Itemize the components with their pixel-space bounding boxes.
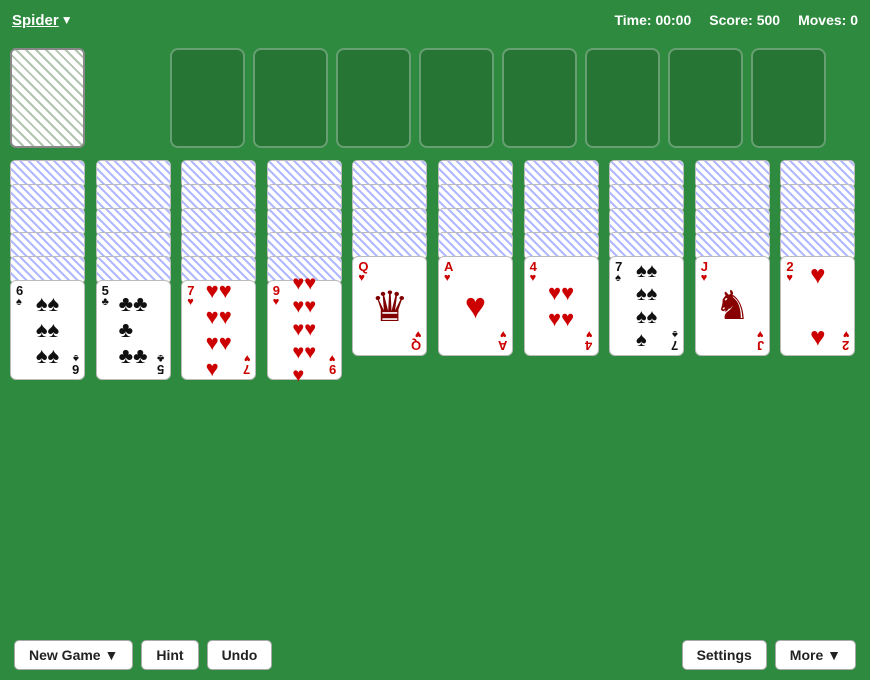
card-face-7s[interactable]: 7 ♠ ♠♠♠♠♠♠♠ 7 ♠ — [609, 256, 684, 356]
footer-left: New Game ▼ Hint Undo — [14, 640, 272, 670]
complete-slot-4 — [419, 48, 494, 148]
undo-button[interactable]: Undo — [207, 640, 273, 670]
card-face-9h[interactable]: 9 ♥ ♥♥♥♥♥♥♥♥♥ 9 ♥ — [267, 280, 342, 380]
game-title[interactable]: Spider — [12, 12, 59, 29]
card-face-6s[interactable]: 6 ♠ ♠♠♠♠♠♠ 6 ♠ — [10, 280, 85, 380]
header: Spider ▼ Time: 00:00 Score: 500 Moves: 0 — [0, 0, 870, 40]
card-face-5c[interactable]: 5 ♣ ♣♣♣♣♣ 5 ♣ — [96, 280, 171, 380]
column-2[interactable]: 7 ♥ ♥♥♥♥♥♥♥ 7 ♥ — [181, 160, 261, 620]
title-arrow-icon: ▼ — [61, 13, 73, 27]
card-face-jh[interactable]: J ♥ ♞ J ♥ — [695, 256, 770, 356]
footer-right: Settings More ▼ — [682, 640, 856, 670]
card-face-4h[interactable]: 4 ♥ ♥♥♥♥ 4 ♥ — [524, 256, 599, 356]
complete-slot-5 — [502, 48, 577, 148]
complete-slot-2 — [253, 48, 328, 148]
hint-button[interactable]: Hint — [141, 640, 198, 670]
stock-card[interactable] — [10, 48, 85, 148]
card-face-2h[interactable]: 2 ♥ ♥♥ 2 ♥ — [780, 256, 855, 356]
card-face-ah[interactable]: A ♥ ♥ A ♥ — [438, 256, 513, 356]
score-display: Score: 500 — [709, 12, 780, 28]
complete-slot-8 — [751, 48, 826, 148]
time-display: Time: 00:00 — [614, 12, 691, 28]
column-7[interactable]: 7 ♠ ♠♠♠♠♠♠♠ 7 ♠ — [609, 160, 689, 620]
column-6[interactable]: 4 ♥ ♥♥♥♥ 4 ♥ — [524, 160, 604, 620]
column-3[interactable]: 9 ♥ ♥♥♥♥♥♥♥♥♥ 9 ♥ — [267, 160, 347, 620]
complete-slot-1 — [170, 48, 245, 148]
complete-slot-7 — [668, 48, 743, 148]
new-game-button[interactable]: New Game ▼ — [14, 640, 133, 670]
column-9[interactable]: 2 ♥ ♥♥ 2 ♥ — [780, 160, 860, 620]
settings-button[interactable]: Settings — [682, 640, 767, 670]
game-area: 6 ♠ ♠♠♠♠♠♠ 6 ♠ 5 ♣ ♣♣♣♣♣ 5 — [0, 40, 870, 630]
column-1[interactable]: 5 ♣ ♣♣♣♣♣ 5 ♣ — [96, 160, 176, 620]
column-5[interactable]: A ♥ ♥ A ♥ — [438, 160, 518, 620]
complete-slot-3 — [336, 48, 411, 148]
columns-area: 6 ♠ ♠♠♠♠♠♠ 6 ♠ 5 ♣ ♣♣♣♣♣ 5 — [10, 160, 860, 620]
moves-display: Moves: 0 — [798, 12, 858, 28]
more-button[interactable]: More ▼ — [775, 640, 856, 670]
card-face-qh[interactable]: Q ♥ ♛ Q ♥ — [352, 256, 427, 356]
column-8[interactable]: J ♥ ♞ J ♥ — [695, 160, 775, 620]
column-0[interactable]: 6 ♠ ♠♠♠♠♠♠ 6 ♠ — [10, 160, 90, 620]
column-4[interactable]: Q ♥ ♛ Q ♥ — [352, 160, 432, 620]
complete-slot-6 — [585, 48, 660, 148]
card-face-7h[interactable]: 7 ♥ ♥♥♥♥♥♥♥ 7 ♥ — [181, 280, 256, 380]
stock-pile[interactable] — [10, 48, 85, 148]
completed-piles — [170, 48, 860, 148]
stats-area: Time: 00:00 Score: 500 Moves: 0 — [614, 12, 858, 28]
footer: New Game ▼ Hint Undo Settings More ▼ — [0, 630, 870, 680]
